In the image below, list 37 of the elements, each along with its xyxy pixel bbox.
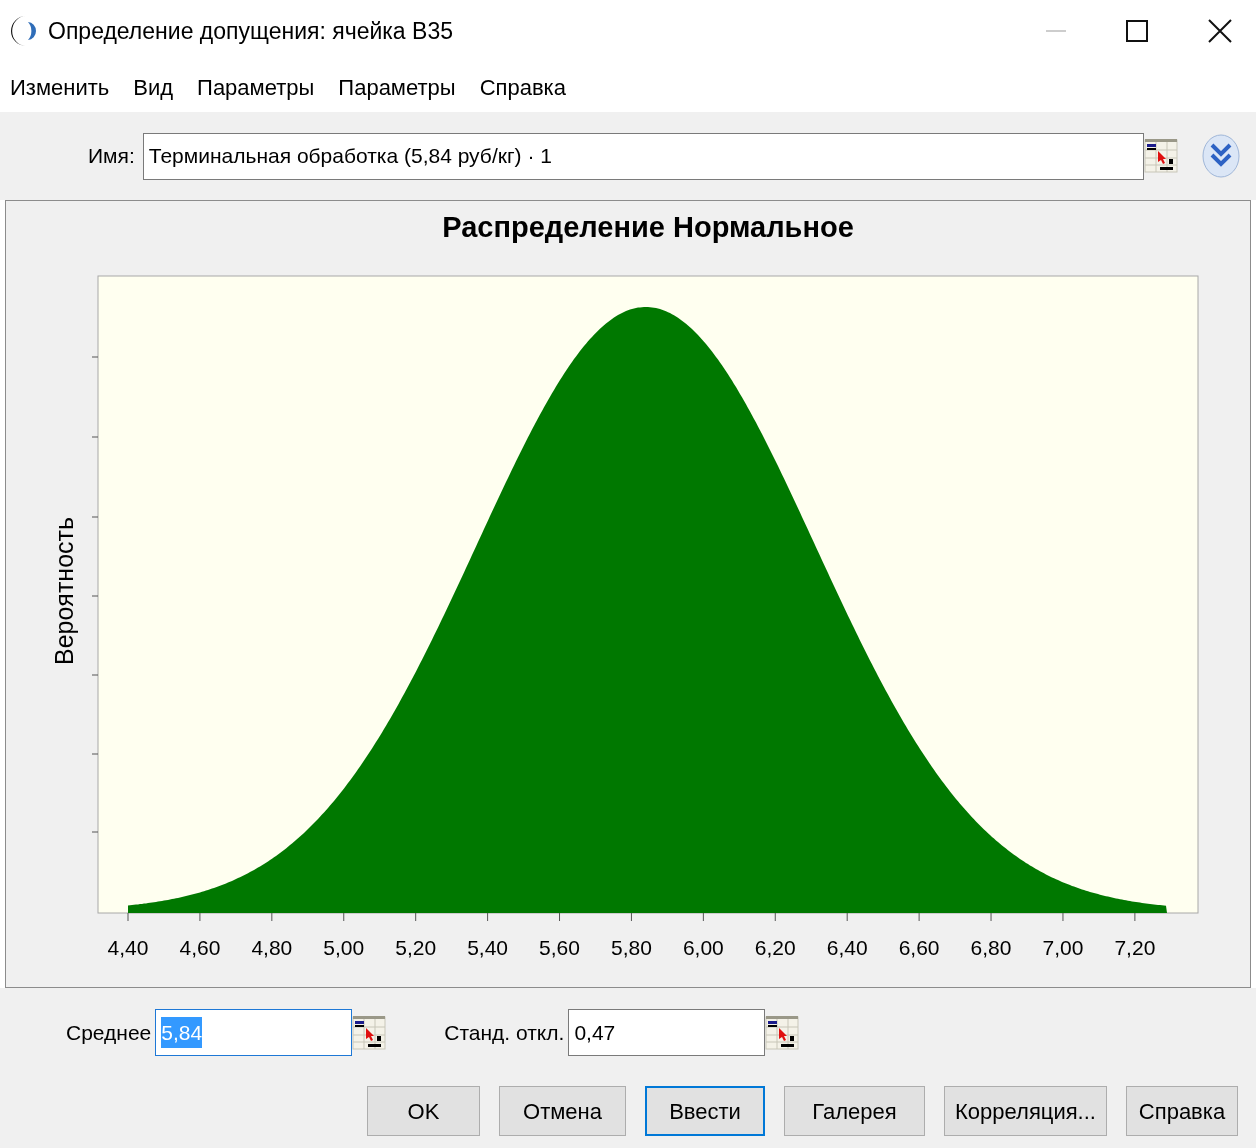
x-tick-label: 4,40 [107, 936, 149, 959]
x-tick-label: 6,80 [970, 936, 1012, 959]
dialog-button[interactable]: Отмена [499, 1086, 626, 1136]
y-axis-label: Вероятность [50, 516, 78, 666]
x-tick-label: 7,20 [1114, 936, 1156, 959]
menu-item[interactable]: Справка [479, 70, 578, 104]
name-field[interactable]: Терминальная обработка (5,84 руб/кг) · 1 [142, 132, 1144, 180]
x-tick-label: 6,20 [754, 936, 796, 959]
x-tick-label: 5,00 [323, 936, 365, 959]
parameter-field[interactable]: 0,47 [568, 1009, 766, 1056]
x-tick-label: 7,00 [1042, 936, 1084, 959]
x-tick-label: 5,60 [539, 936, 580, 959]
x-tick-label: 5,20 [395, 936, 437, 959]
x-tick-label: 6,40 [826, 936, 868, 959]
menu-item[interactable]: Вид [133, 70, 186, 104]
chart-title: Распределение Нормальное [442, 211, 854, 243]
x-tick-label: 5,80 [611, 936, 652, 959]
x-tick-label: 4,60 [179, 936, 221, 959]
dialog-button[interactable]: Справка [1126, 1086, 1238, 1136]
dialog-button[interactable]: Корреляция... [944, 1086, 1107, 1136]
x-tick-label: 6,00 [682, 936, 724, 959]
dialog-button[interactable]: Галерея [784, 1086, 925, 1136]
close-button[interactable] [1208, 19, 1232, 43]
menu-item[interactable]: Параметры [197, 70, 327, 104]
x-tick-label: 5,40 [467, 936, 509, 959]
dialog-button[interactable]: Ввести [645, 1086, 765, 1136]
x-tick-label: 6,60 [898, 936, 940, 959]
name-label: Имя: [88, 143, 135, 170]
parameter-label: Станд. откл. [444, 1019, 565, 1046]
parameter-label: Среднее [66, 1019, 152, 1046]
menu-item[interactable]: Параметры [338, 70, 468, 104]
menu-item[interactable]: Изменить [10, 70, 122, 104]
expand-button[interactable] [1201, 132, 1240, 180]
x-tick-label: 4,80 [251, 936, 293, 959]
window-title: Определение допущения: ячейка B35 [48, 16, 454, 46]
maximize-button[interactable] [1126, 20, 1148, 42]
dialog-button[interactable]: OK [367, 1086, 480, 1136]
